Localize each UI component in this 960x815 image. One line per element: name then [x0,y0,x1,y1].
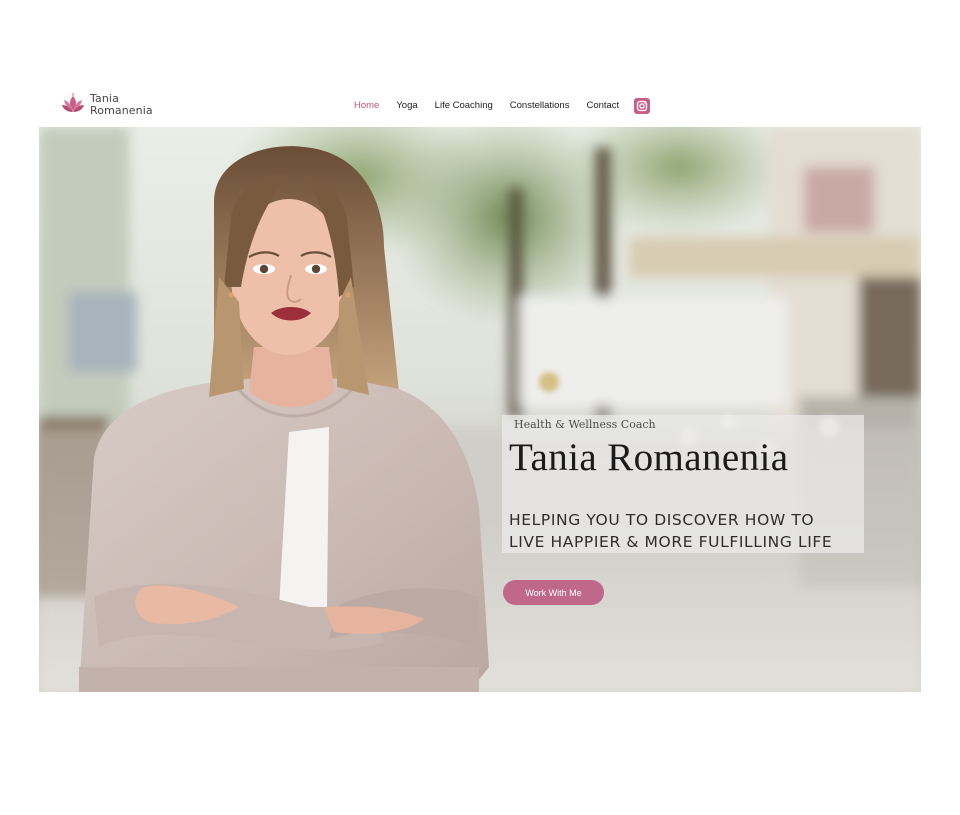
lotus-icon [62,93,84,112]
nav-item-life-coaching[interactable]: Life Coaching [435,99,493,113]
hero-kicker: Health & Wellness Coach [514,418,656,431]
hero-title: Tania Romanenia [509,436,789,479]
hero-tagline: HELPING YOU TO DISCOVER HOW TO LIVE HAPP… [509,509,832,553]
hero-caption-box: Health & Wellness Coach Tania Romanenia … [502,415,864,553]
nav-item-yoga[interactable]: Yoga [396,99,417,113]
hero-section: Health & Wellness Coach Tania Romanenia … [39,127,921,692]
nav-item-contact[interactable]: Contact [586,99,619,113]
nav-item-home[interactable]: Home [354,99,379,113]
nav-item-constellations[interactable]: Constellations [510,99,570,113]
instagram-icon [636,100,648,112]
hero-tagline-line1: HELPING YOU TO DISCOVER HOW TO [509,511,815,529]
instagram-link[interactable] [634,98,650,114]
hero-tagline-line2: LIVE HAPPIER & MORE FULFILLING LIFE [509,533,833,551]
brand-name-line2: Romanenia [90,104,153,117]
brand-logo[interactable]: Tania Romanenia [60,92,153,118]
brand-name: Tania Romanenia [90,93,153,117]
main-nav: Home Yoga Life Coaching Constellations C… [354,99,636,113]
work-with-me-button[interactable]: Work With Me [503,580,604,605]
hero-photo [39,127,921,692]
